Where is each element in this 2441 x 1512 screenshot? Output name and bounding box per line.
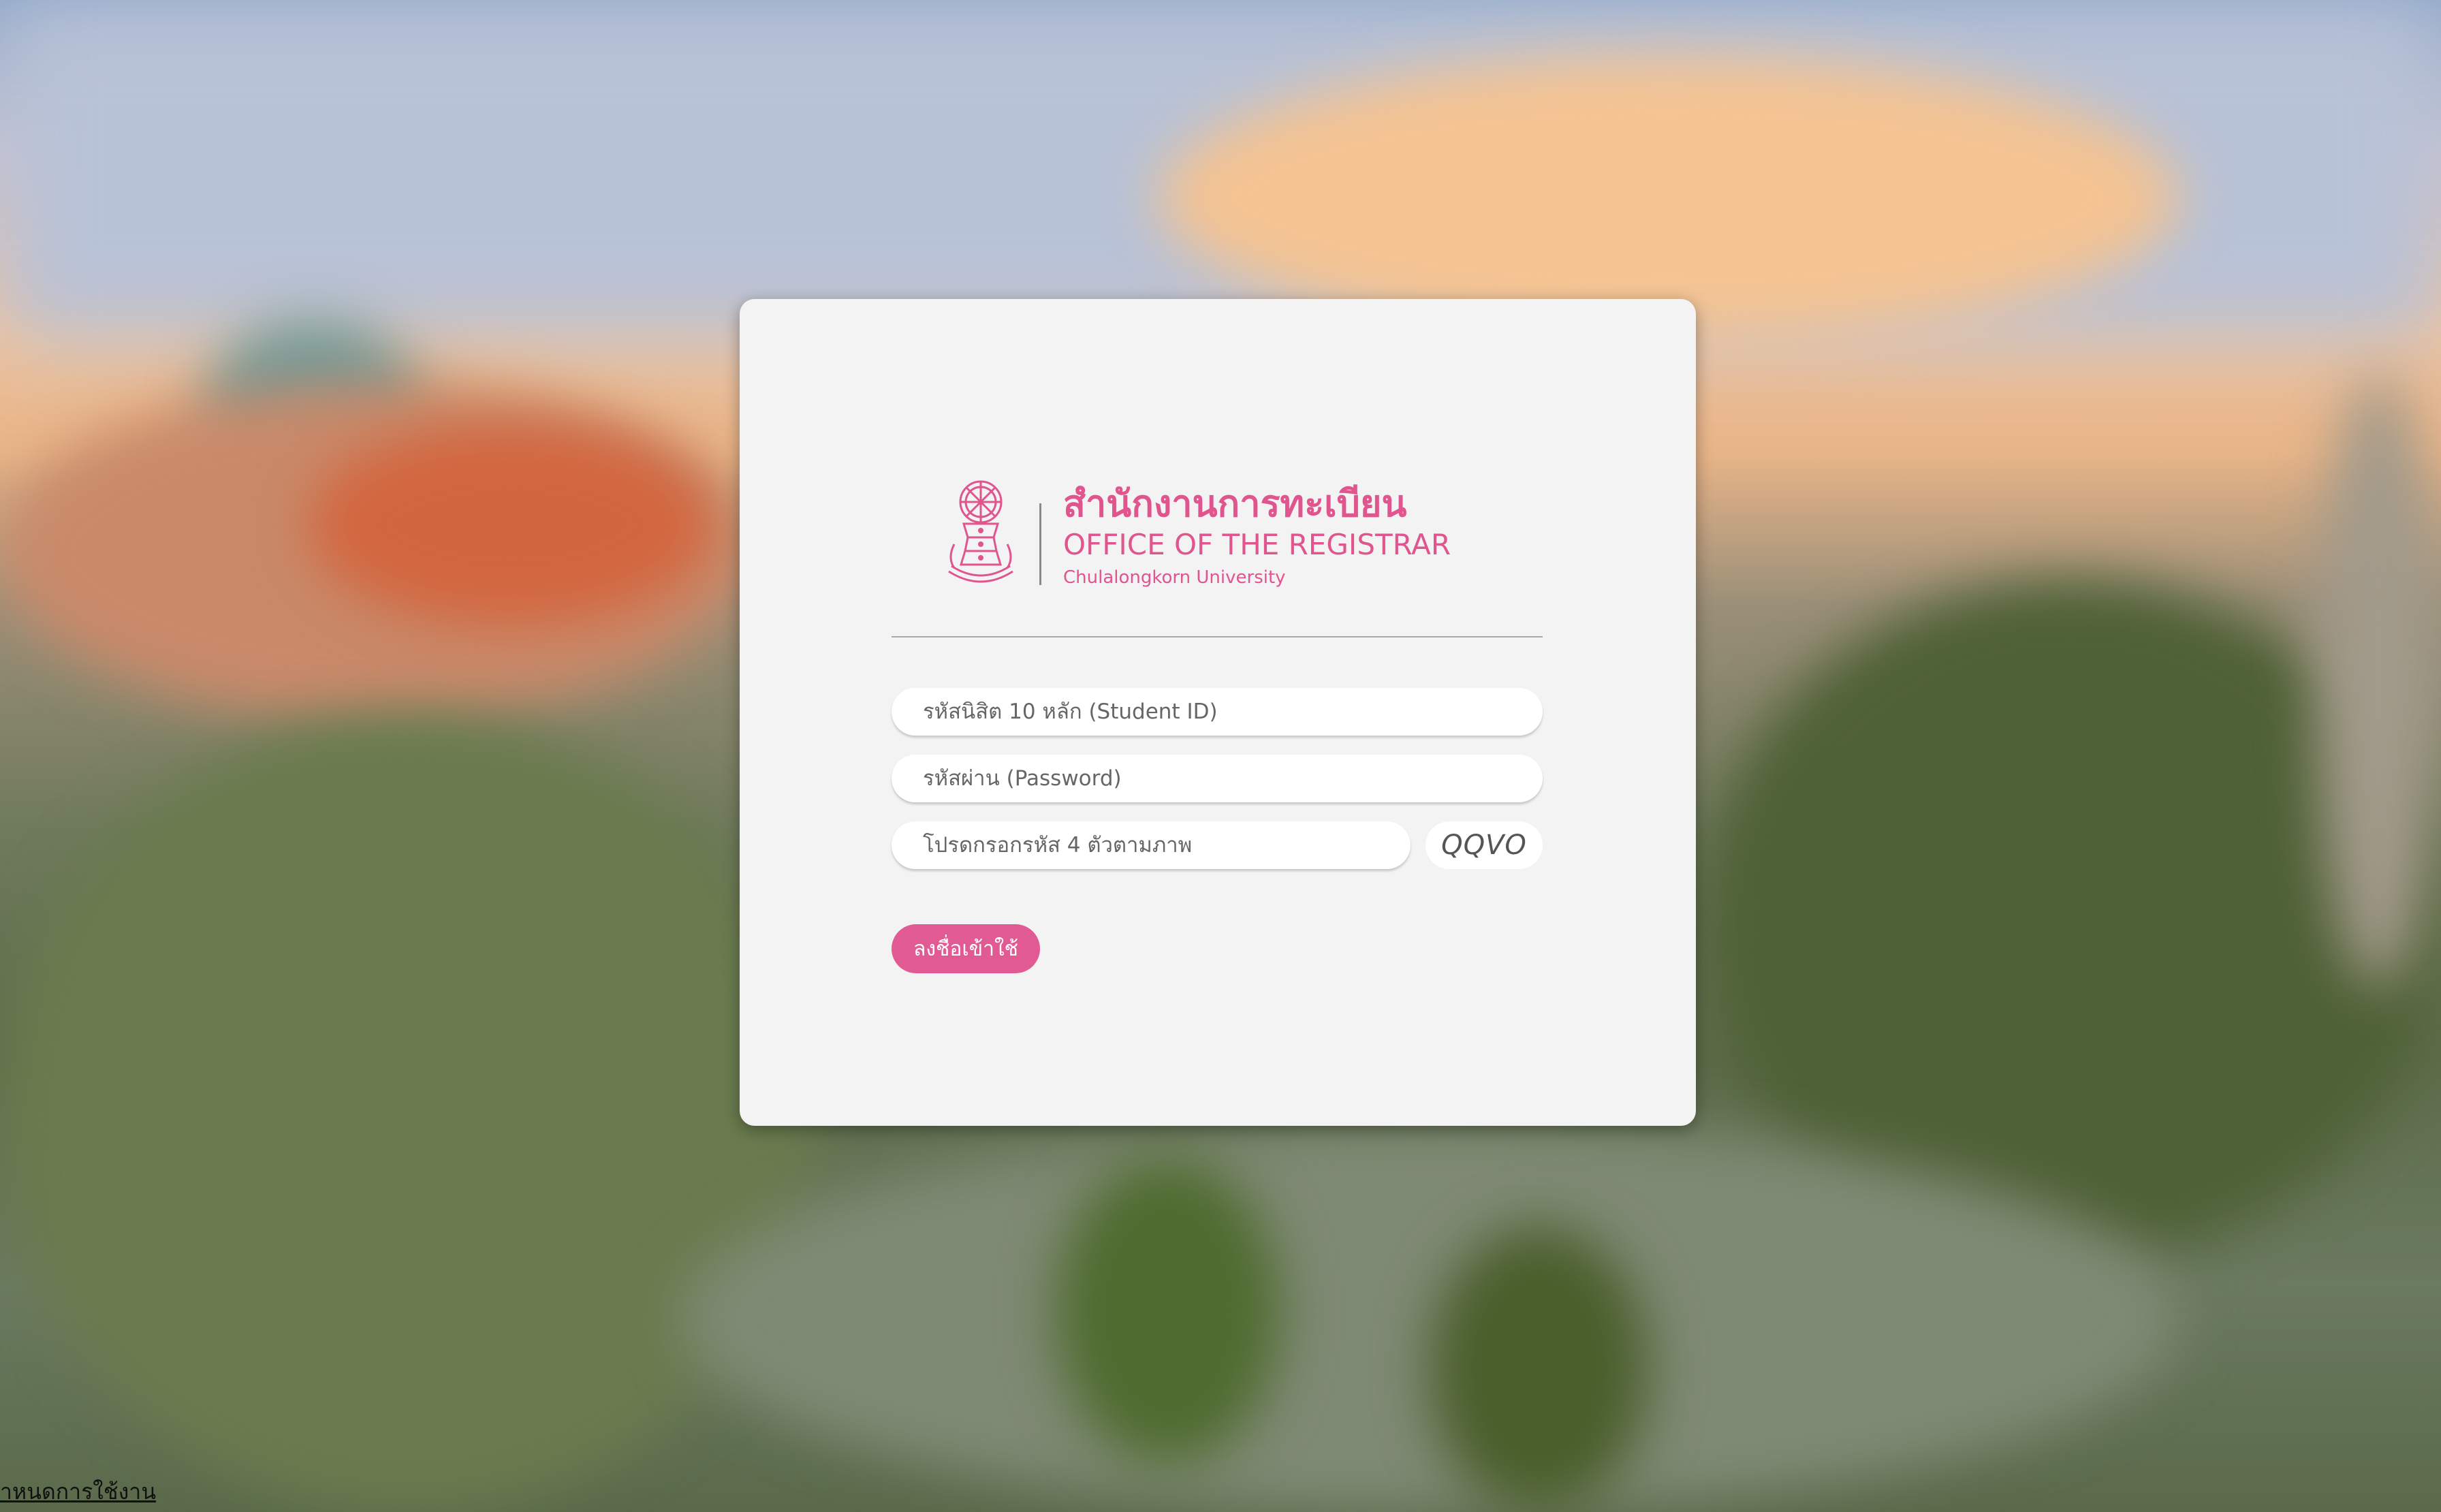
captcha-input[interactable] <box>892 821 1411 869</box>
captcha-image: QQVO <box>1426 821 1543 869</box>
logo-thai-title: สำนักงานการทะเบียน <box>1063 482 1407 525</box>
student-id-input[interactable] <box>892 688 1543 736</box>
logo-university-name: Chulalongkorn University <box>1063 567 1286 588</box>
divider <box>892 636 1543 637</box>
logo-english-title: OFFICE OF THE REGISTRAR <box>1063 528 1451 561</box>
chulalongkorn-emblem-icon <box>948 480 1013 583</box>
password-input[interactable] <box>892 755 1543 802</box>
registrar-logo: สำนักงานการทะเบียน OFFICE OF THE REGISTR… <box>941 476 1485 592</box>
login-button[interactable]: ลงชื่อเข้าใช้ <box>892 924 1040 973</box>
login-card: สำนักงานการทะเบียน OFFICE OF THE REGISTR… <box>740 299 1696 1126</box>
terms-of-use-link[interactable]: ำหนดการใช้งาน <box>0 1475 156 1509</box>
logo-separator <box>1039 503 1041 585</box>
